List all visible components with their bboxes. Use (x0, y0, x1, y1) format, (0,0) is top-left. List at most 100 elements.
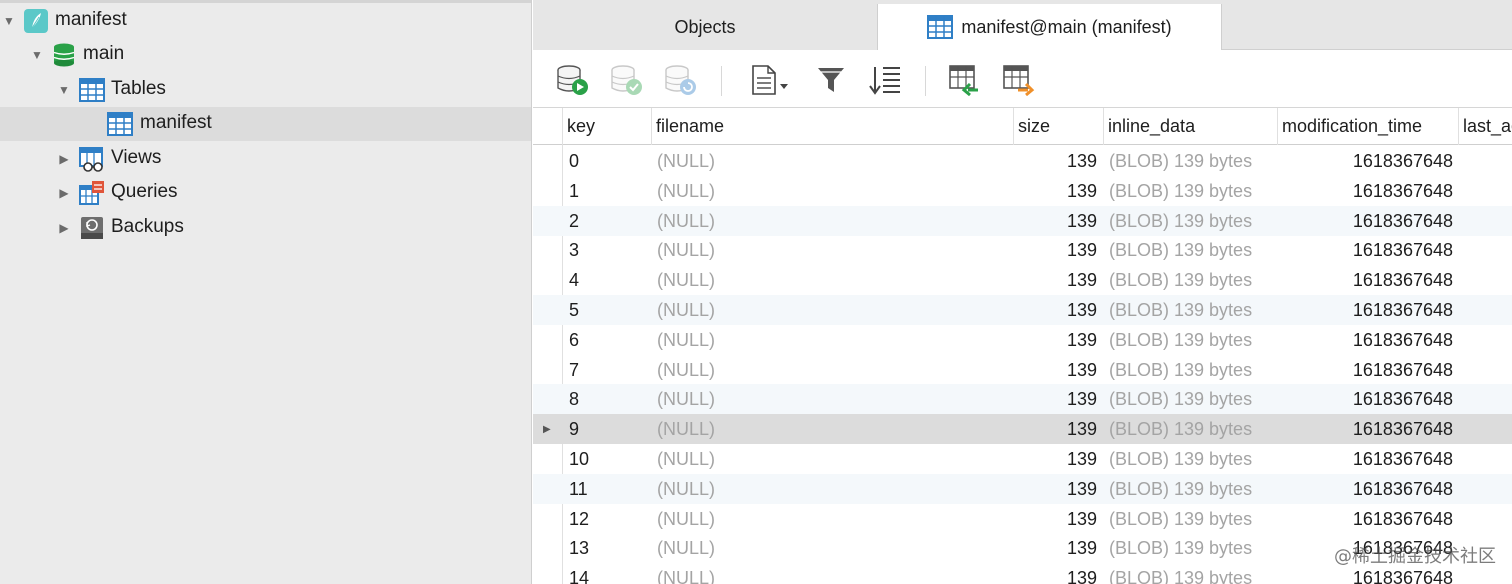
tree-item-schema-main[interactable]: ▼ main (0, 38, 531, 72)
cell-key[interactable]: 1 (567, 176, 653, 206)
column-header-last-access[interactable]: last_ac (1459, 108, 1512, 145)
cell-filename[interactable]: (NULL) (657, 533, 1012, 563)
cell-filename[interactable]: (NULL) (657, 206, 1012, 236)
cell-filename[interactable]: (NULL) (657, 325, 1012, 355)
cell-filename[interactable]: (NULL) (657, 504, 1012, 534)
table-row[interactable]: 7 (NULL) 139 (BLOB) 139 bytes 1618367648 (533, 355, 1512, 385)
cell-key[interactable]: 4 (567, 265, 653, 295)
cell-size[interactable]: 139 (1015, 265, 1097, 295)
cell-modification-time[interactable]: 1618367648 (1279, 206, 1453, 236)
begin-transaction-button[interactable] (555, 63, 591, 97)
cell-inline-data[interactable]: (BLOB) 139 bytes (1109, 533, 1279, 563)
table-row[interactable]: 8 (NULL) 139 (BLOB) 139 bytes 1618367648 (533, 384, 1512, 414)
table-row[interactable]: 3 (NULL) 139 (BLOB) 139 bytes 1618367648 (533, 235, 1512, 265)
table-row[interactable]: ▶ 9 (NULL) 139 (BLOB) 139 bytes 1618367648 (533, 414, 1512, 444)
cell-size[interactable]: 139 (1015, 563, 1097, 584)
cell-modification-time[interactable]: 1618367648 (1279, 295, 1453, 325)
cell-modification-time[interactable]: 1618367648 (1279, 355, 1453, 385)
table-row[interactable]: 2 (NULL) 139 (BLOB) 139 bytes 1618367648 (533, 206, 1512, 236)
cell-key[interactable]: 9 (567, 414, 653, 444)
cell-key[interactable]: 0 (567, 146, 653, 176)
cell-filename[interactable]: (NULL) (657, 295, 1012, 325)
cell-inline-data[interactable]: (BLOB) 139 bytes (1109, 355, 1279, 385)
cell-modification-time[interactable]: 1618367648 (1279, 474, 1453, 504)
cell-inline-data[interactable]: (BLOB) 139 bytes (1109, 265, 1279, 295)
cell-key[interactable]: 11 (567, 474, 653, 504)
table-row[interactable]: 4 (NULL) 139 (BLOB) 139 bytes 1618367648 (533, 265, 1512, 295)
cell-filename[interactable]: (NULL) (657, 563, 1012, 584)
cell-modification-time[interactable]: 1618367648 (1279, 444, 1453, 474)
cell-size[interactable]: 139 (1015, 206, 1097, 236)
cell-modification-time[interactable]: 1618367648 (1279, 265, 1453, 295)
cell-size[interactable]: 139 (1015, 504, 1097, 534)
table-row[interactable]: 10 (NULL) 139 (BLOB) 139 bytes 1618367648 (533, 444, 1512, 474)
cell-modification-time[interactable]: 1618367648 (1279, 504, 1453, 534)
table-row[interactable]: 11 (NULL) 139 (BLOB) 139 bytes 1618367648 (533, 474, 1512, 504)
cell-filename[interactable]: (NULL) (657, 146, 1012, 176)
tree-item-group-queries[interactable]: ▶ Queries (0, 176, 531, 210)
cell-inline-data[interactable]: (BLOB) 139 bytes (1109, 563, 1279, 584)
cell-key[interactable]: 12 (567, 504, 653, 534)
cell-filename[interactable]: (NULL) (657, 474, 1012, 504)
tree-item-table-manifest[interactable]: manifest (0, 107, 531, 141)
cell-key[interactable]: 3 (567, 235, 653, 265)
tab-objects[interactable]: Objects (533, 4, 877, 50)
cell-filename[interactable]: (NULL) (657, 176, 1012, 206)
cell-size[interactable]: 139 (1015, 384, 1097, 414)
table-row[interactable]: 12 (NULL) 139 (BLOB) 139 bytes 1618367648 (533, 504, 1512, 534)
cell-inline-data[interactable]: (BLOB) 139 bytes (1109, 414, 1279, 444)
cell-key[interactable]: 7 (567, 355, 653, 385)
tree-item-database-manifest[interactable]: ▼ manifest (0, 4, 531, 38)
disclosure-expanded-icon[interactable]: ▼ (57, 83, 71, 97)
table-row[interactable]: 0 (NULL) 139 (BLOB) 139 bytes 1618367648 (533, 146, 1512, 176)
disclosure-collapsed-icon[interactable]: ▶ (57, 186, 71, 200)
cell-key[interactable]: 5 (567, 295, 653, 325)
export-button[interactable] (1001, 63, 1037, 97)
table-row[interactable]: 5 (NULL) 139 (BLOB) 139 bytes 1618367648 (533, 295, 1512, 325)
tree-item-group-views[interactable]: ▶ Views (0, 142, 531, 176)
column-header-key[interactable]: key (563, 108, 652, 145)
column-header-size[interactable]: size (1014, 108, 1104, 145)
cell-key[interactable]: 10 (567, 444, 653, 474)
column-header-modification-time[interactable]: modification_time (1278, 108, 1459, 145)
cell-inline-data[interactable]: (BLOB) 139 bytes (1109, 206, 1279, 236)
commit-button[interactable] (609, 63, 645, 97)
cell-size[interactable]: 139 (1015, 474, 1097, 504)
cell-key[interactable]: 14 (567, 563, 653, 584)
cell-inline-data[interactable]: (BLOB) 139 bytes (1109, 504, 1279, 534)
cell-inline-data[interactable]: (BLOB) 139 bytes (1109, 295, 1279, 325)
table-row[interactable]: 6 (NULL) 139 (BLOB) 139 bytes 1618367648 (533, 325, 1512, 355)
cell-filename[interactable]: (NULL) (657, 265, 1012, 295)
disclosure-expanded-icon[interactable]: ▼ (30, 48, 44, 62)
cell-modification-time[interactable]: 1618367648 (1279, 414, 1453, 444)
rollback-button[interactable] (663, 63, 699, 97)
cell-inline-data[interactable]: (BLOB) 139 bytes (1109, 146, 1279, 176)
cell-inline-data[interactable]: (BLOB) 139 bytes (1109, 325, 1279, 355)
cell-size[interactable]: 139 (1015, 146, 1097, 176)
cell-modification-time[interactable]: 1618367648 (1279, 176, 1453, 206)
cell-inline-data[interactable]: (BLOB) 139 bytes (1109, 444, 1279, 474)
cell-size[interactable]: 139 (1015, 355, 1097, 385)
column-header-inline-data[interactable]: inline_data (1104, 108, 1278, 145)
cell-modification-time[interactable]: 1618367648 (1279, 325, 1453, 355)
disclosure-expanded-icon[interactable]: ▼ (2, 14, 16, 28)
disclosure-collapsed-icon[interactable]: ▶ (57, 152, 71, 166)
cell-key[interactable]: 6 (567, 325, 653, 355)
cell-key[interactable]: 2 (567, 206, 653, 236)
import-button[interactable] (947, 63, 983, 97)
cell-filename[interactable]: (NULL) (657, 355, 1012, 385)
cell-modification-time[interactable]: 1618367648 (1279, 235, 1453, 265)
tree-item-group-tables[interactable]: ▼ Tables (0, 73, 531, 107)
cell-size[interactable]: 139 (1015, 444, 1097, 474)
table-row[interactable]: 1 (NULL) 139 (BLOB) 139 bytes 1618367648 (533, 176, 1512, 206)
cell-key[interactable]: 8 (567, 384, 653, 414)
cell-size[interactable]: 139 (1015, 414, 1097, 444)
cell-size[interactable]: 139 (1015, 533, 1097, 563)
cell-filename[interactable]: (NULL) (657, 414, 1012, 444)
sort-button[interactable] (867, 63, 903, 97)
cell-size[interactable]: 139 (1015, 295, 1097, 325)
text-view-dropdown-button[interactable] (747, 63, 793, 97)
cell-size[interactable]: 139 (1015, 176, 1097, 206)
cell-inline-data[interactable]: (BLOB) 139 bytes (1109, 235, 1279, 265)
filter-button[interactable] (813, 63, 849, 97)
